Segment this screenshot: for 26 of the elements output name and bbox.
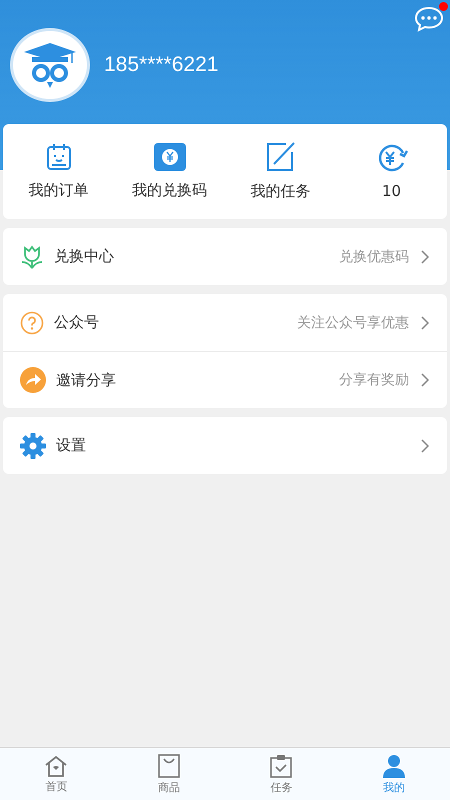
shopping-bag-icon xyxy=(156,754,181,778)
tab[interactable]: 任务 xyxy=(225,748,338,800)
quick-action[interactable]: 我的兑换码 xyxy=(114,142,225,201)
phone-number: 185****6221 xyxy=(104,53,218,77)
menu-row[interactable]: 兑换中心 兑换优惠码 xyxy=(3,228,447,285)
tulip-icon xyxy=(20,244,44,268)
tab[interactable]: 首页 xyxy=(0,748,112,800)
quick-action[interactable]: 我的任务 xyxy=(225,141,336,202)
menu-row[interactable]: 设置 xyxy=(3,417,447,474)
quick-action[interactable]: 我的订单 xyxy=(3,142,114,201)
chevron-icon xyxy=(421,316,429,330)
menu-row[interactable]: 公众号 关注公众号享优惠 xyxy=(3,294,447,351)
clipboard-check-icon xyxy=(269,754,294,778)
chevron-icon xyxy=(421,373,429,387)
home-icon xyxy=(44,754,68,776)
chevron-icon xyxy=(421,250,429,264)
settings-icon xyxy=(20,432,46,458)
quick-action[interactable]: 10 xyxy=(336,142,447,200)
clipboard-icon xyxy=(44,143,72,171)
edit-icon xyxy=(266,142,296,172)
tab[interactable]: 商品 xyxy=(112,748,225,800)
person-icon xyxy=(382,754,406,778)
question-icon xyxy=(20,310,44,334)
yen-coupon-icon xyxy=(154,143,186,171)
chevron-icon xyxy=(421,438,429,452)
menu-row[interactable]: 邀请分享 分享有奖励 xyxy=(3,351,447,408)
